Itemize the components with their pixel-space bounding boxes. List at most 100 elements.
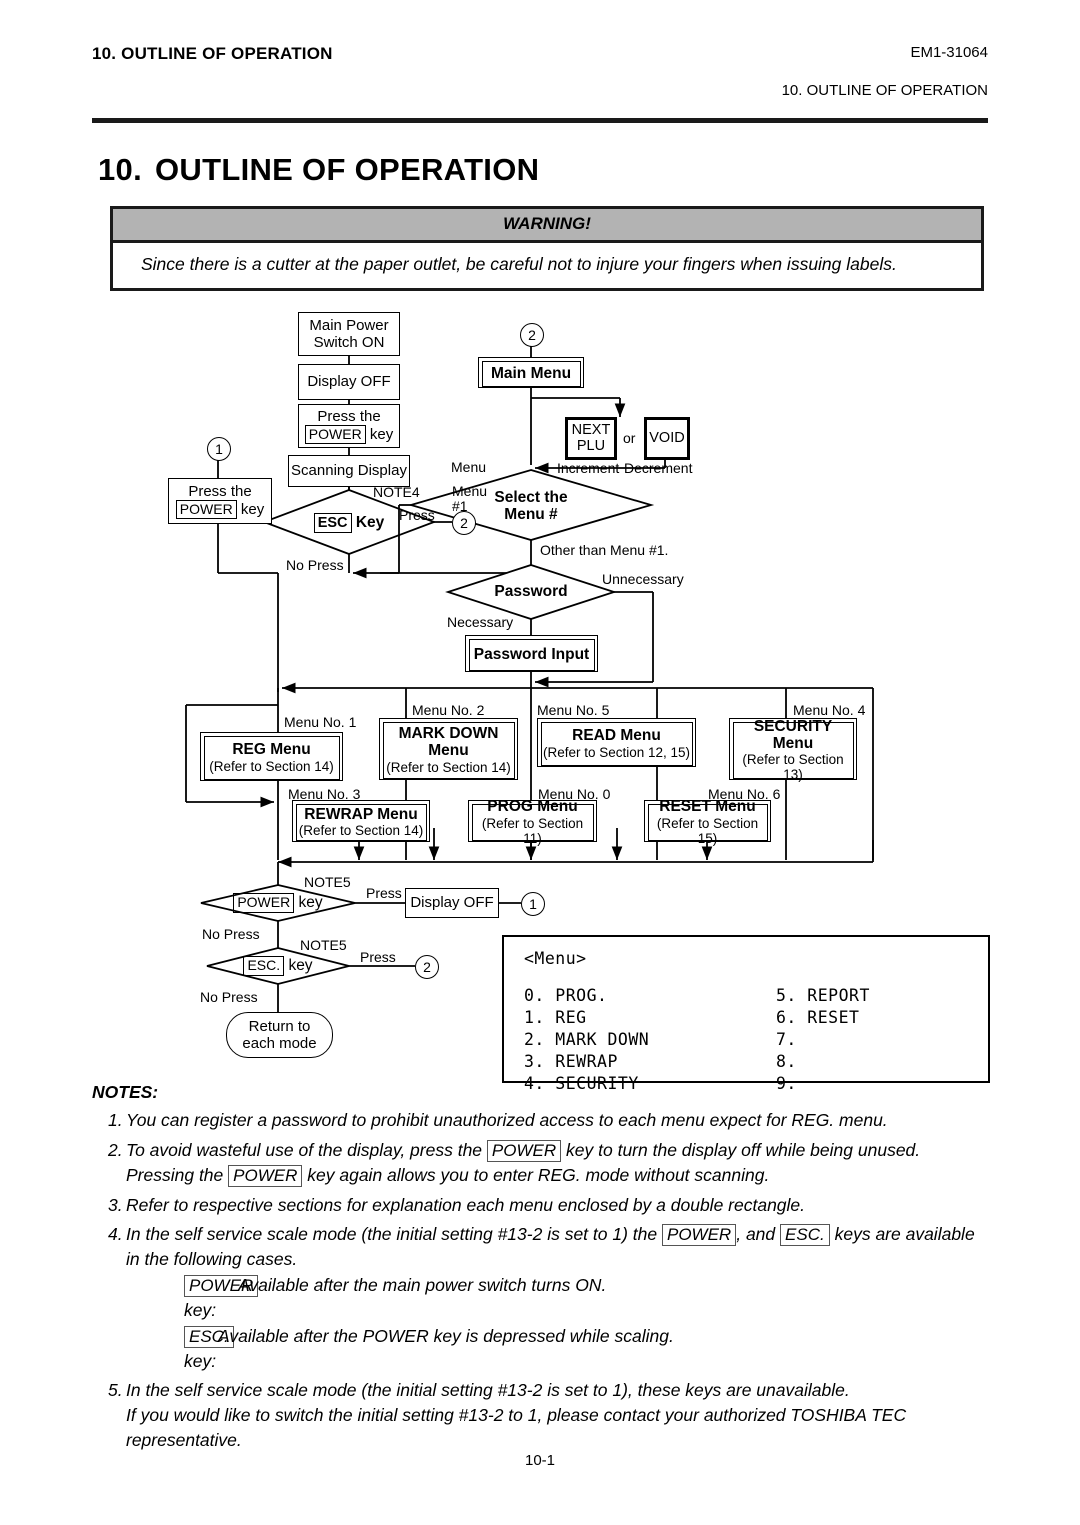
lcd-right-column: 5. REPORT 6. RESET 7. 8. 9. [776, 986, 870, 1093]
note-2-power-keycap-2: POWER [228, 1164, 303, 1187]
key-word: key [369, 425, 394, 443]
read-menu-title: READ Menu [572, 727, 661, 745]
note-4-sub-1-key-label: key: [184, 1299, 217, 1320]
note-2-number: 2. [108, 1139, 123, 1160]
note-2-power-keycap-1: POWER [486, 1139, 562, 1162]
note-5-line-2: If you would like to switch the initial … [126, 1405, 907, 1451]
menu-no-1-label: Menu No. 1 [284, 714, 357, 730]
decision-esc-key: ESC Key [284, 510, 414, 536]
key-void[interactable]: VOID [644, 417, 690, 460]
node-reg-menu[interactable]: REG Menu (Refer to Section 14) [200, 732, 343, 781]
note-4-text: In the self service scale mode (the init… [126, 1222, 992, 1373]
connector-circle-2c: 2 [415, 955, 439, 979]
reg-menu-ref: (Refer to Section 14) [209, 758, 334, 774]
node-display-off-bottom: Display OFF [405, 888, 499, 918]
password-input-label: Password Input [473, 645, 590, 663]
note5-label-a: NOTE5 [304, 874, 351, 890]
warning-box: WARNING! Since there is a cutter at the … [110, 206, 984, 292]
decision-power-key: POWER key [214, 892, 342, 914]
note-2-part-a: To avoid wasteful use of the display, pr… [126, 1139, 483, 1160]
notes-section: NOTES: 1. You can register a password to… [92, 1082, 992, 1453]
reset-menu-ref: (Refer to Section 15) [656, 815, 759, 846]
note-3-number: 3. [108, 1194, 123, 1215]
other-than-menu1-label: Other than Menu #1. [540, 542, 669, 558]
notes-title: NOTES: [92, 1082, 159, 1102]
note-4-number: 4. [108, 1224, 123, 1245]
menu-label: Menu [451, 459, 487, 475]
esc-keycap: ESC [313, 512, 352, 534]
esc-dot-keycap: ESC. [243, 956, 285, 976]
note-4-sub-1: POWER key: Available after the main powe… [126, 1273, 992, 1323]
main-menu-label: Main Menu [490, 364, 572, 382]
note-item-3: 3. Refer to respective sections for expl… [92, 1193, 992, 1218]
decision-esc-dot-key: ESC. key [218, 955, 338, 977]
power-keycap-2: POWER [175, 499, 237, 520]
prog-menu-title: PROG Menu [487, 798, 578, 816]
note-2-part-c: key again allows you to enter REG. mode … [307, 1164, 770, 1185]
security-menu-ref: (Refer to Section 13) [742, 752, 844, 783]
note-4-part-b: , and [736, 1224, 776, 1245]
connector-circle-2b: 2 [452, 511, 476, 535]
node-press-power-key-left: Press the POWER key [168, 478, 272, 524]
node-display-off-top: Display OFF [298, 364, 400, 400]
note-4-part-a: In the self service scale mode (the init… [126, 1224, 658, 1245]
page-title-number: 10. [98, 152, 142, 187]
node-security-menu[interactable]: SECURITY Menu (Refer to Section 13) [729, 717, 857, 783]
warning-text: Since there is a cutter at the paper out… [141, 254, 897, 274]
note-4-sub-2-key-wrap: ESC. key: [126, 1324, 234, 1374]
note-item-1: 1. You can register a password to prohib… [92, 1108, 992, 1133]
note-4-sub-1-text: Available after the main power switch tu… [238, 1275, 607, 1296]
press-the-label: Press the [317, 407, 381, 425]
key-word-3: key [298, 894, 323, 912]
note-4-power-keycap: POWER [661, 1224, 737, 1247]
key-next-plu[interactable]: NEXT PLU [565, 417, 617, 460]
increment-label: Increment [557, 460, 620, 476]
key-word-2: key [240, 500, 265, 518]
necessary-label: Necessary [447, 614, 514, 630]
lcd-left-column: 0. PROG. 1. REG 2. MARK DOWN 3. REWRAP 4… [524, 986, 650, 1093]
note-4-sub-1-key-wrap: POWER key: [126, 1273, 259, 1323]
page-title: 10. OUTLINE OF OPERATION [98, 152, 539, 188]
power-keycap-3: POWER [233, 893, 295, 913]
connector-circle-1a: 1 [207, 437, 231, 461]
node-prog-menu[interactable]: PROG Menu (Refer to Section 11) [468, 798, 597, 846]
press-label-a: Press [399, 507, 435, 523]
press-label-c: Press [360, 949, 396, 965]
rewrap-menu-title: REWRAP Menu [304, 805, 418, 823]
note5-label-b: NOTE5 [300, 937, 347, 953]
no-press-label-b: No Press [202, 926, 260, 942]
rewrap-menu-ref: (Refer to Section 14) [298, 823, 424, 839]
note-1-number: 1. [108, 1110, 123, 1130]
press-label-b: Press [366, 885, 402, 901]
node-scanning-display: Scanning Display [288, 455, 410, 487]
node-mark-down-menu[interactable]: MARK DOWN Menu (Refer to Section 14) [379, 718, 518, 780]
note-item-4: 4. In the self service scale mode (the i… [92, 1222, 992, 1373]
header-running-head: 10. OUTLINE OF OPERATION [781, 82, 988, 99]
or-label: or [623, 430, 636, 446]
mark-down-menu-ref: (Refer to Section 14) [386, 759, 511, 775]
note-4-sub-2-text: Available after the POWER key is depress… [218, 1325, 674, 1346]
power-key-line: POWER key [304, 424, 394, 445]
note-5-text: In the self service scale mode (the init… [126, 1378, 992, 1453]
note4-label: NOTE4 [373, 484, 420, 500]
note-4-esc-keycap: ESC. [780, 1224, 830, 1247]
note-item-5: 5. In the self service scale mode (the i… [92, 1378, 992, 1453]
note-1-text: You can register a password to prohibit … [126, 1110, 888, 1130]
node-main-power-switch-on: Main Power Switch ON [298, 312, 400, 356]
unnecessary-label: Unnecessary [602, 571, 684, 587]
node-reset-menu[interactable]: RESET Menu (Refer to Section 15) [644, 798, 771, 846]
warning-heading: WARNING! [113, 209, 981, 243]
decision-password: Password [494, 583, 568, 601]
connector-circle-1b: 1 [521, 892, 545, 916]
node-rewrap-menu[interactable]: REWRAP Menu (Refer to Section 14) [292, 800, 430, 842]
page-title-text: OUTLINE OF OPERATION [155, 152, 540, 187]
node-return-to-each-mode: Return to each mode [226, 1012, 333, 1058]
node-read-menu[interactable]: READ Menu (Refer to Section 12, 15) [537, 718, 696, 767]
power-key-line-2: POWER key [175, 499, 265, 520]
security-menu-title: SECURITY Menu [753, 717, 833, 752]
page: 10. OUTLINE OF OPERATION EM1-31064 10. O… [0, 0, 1080, 1525]
decision-select-the-menu: Select the Menu # [494, 488, 568, 523]
header-rule [92, 118, 988, 123]
power-keycap: POWER [304, 424, 366, 445]
header-document-code: EM1-31064 [910, 44, 988, 61]
